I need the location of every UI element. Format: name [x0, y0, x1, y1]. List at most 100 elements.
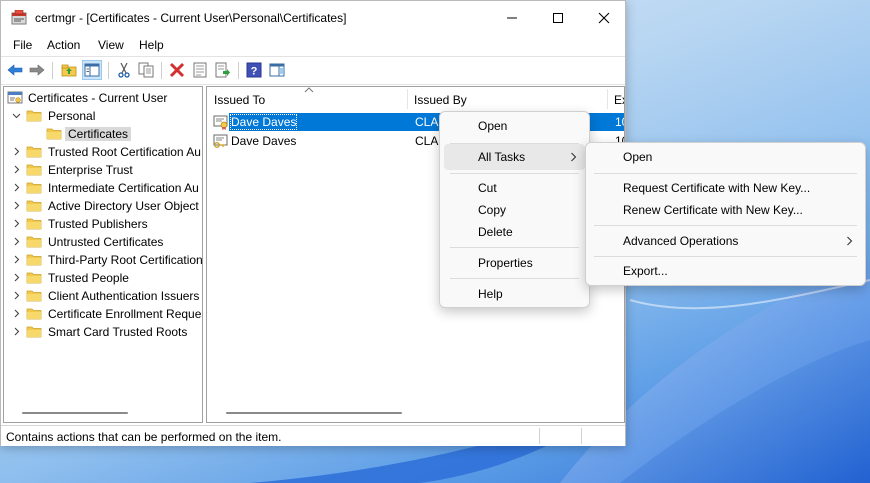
- folder-icon: [26, 254, 42, 266]
- tree-item-label: Certificates: [65, 127, 132, 141]
- tree-item-third-party-root[interactable]: Third-Party Root Certification: [4, 251, 202, 269]
- submenu-item-open[interactable]: Open: [590, 144, 861, 170]
- svg-text:?: ?: [251, 66, 258, 78]
- properties-icon: [193, 62, 207, 78]
- folder-icon: [26, 182, 42, 194]
- forward-button[interactable]: [27, 60, 47, 80]
- tree-item-personal[interactable]: Personal: [4, 107, 202, 125]
- tree-item-enterprise-trust[interactable]: Enterprise Trust: [4, 161, 202, 179]
- export-list-icon: [215, 62, 230, 78]
- title-bar[interactable]: certmgr - [Certificates - Current User\P…: [1, 1, 625, 35]
- menu-file[interactable]: File: [13, 38, 32, 52]
- chevron-right-icon[interactable]: [12, 147, 21, 156]
- back-arrow-icon: [7, 64, 23, 76]
- menu-separator: [450, 247, 579, 248]
- minimize-icon: [507, 17, 517, 19]
- chevron-right-icon[interactable]: [12, 291, 21, 300]
- folder-icon: [26, 290, 42, 302]
- action-pane-icon: [269, 63, 285, 77]
- tree-item-untrusted[interactable]: Untrusted Certificates: [4, 233, 202, 251]
- tree-item-label: Smart Card Trusted Roots: [48, 325, 188, 339]
- status-divider: [539, 428, 540, 444]
- certificate-store-icon: [7, 91, 23, 104]
- menu-item-help[interactable]: Help: [444, 281, 585, 307]
- column-header-expiration[interactable]: Ex: [607, 87, 624, 111]
- back-button[interactable]: [5, 60, 25, 80]
- menu-view[interactable]: View: [98, 38, 124, 52]
- certificate-with-key-icon: [213, 134, 228, 148]
- certificate-icon: [213, 115, 228, 130]
- tree-item-enrollment-requests[interactable]: Certificate Enrollment Reques: [4, 305, 202, 323]
- delete-button[interactable]: [167, 60, 187, 80]
- chevron-right-icon[interactable]: [12, 165, 21, 174]
- show-hide-console-tree-button[interactable]: [82, 60, 102, 80]
- tree-item-label: Trusted Publishers: [48, 217, 148, 231]
- tree-item-smart-card-roots[interactable]: Smart Card Trusted Roots: [4, 323, 202, 341]
- properties-button[interactable]: [190, 60, 210, 80]
- close-button[interactable]: [581, 1, 627, 35]
- copy-icon: [138, 62, 154, 78]
- up-one-level-button[interactable]: [59, 60, 79, 80]
- menu-bar: File Action View Help: [1, 35, 625, 55]
- tree-horizontal-scrollbar[interactable]: [22, 412, 128, 414]
- submenu-item-export[interactable]: Export...: [590, 258, 861, 284]
- submenu-item-advanced-operations[interactable]: Advanced Operations: [590, 228, 861, 254]
- minimize-button[interactable]: [489, 1, 535, 35]
- column-header-issued-to[interactable]: Issued To: [207, 87, 407, 111]
- chevron-right-icon[interactable]: [12, 183, 21, 192]
- cell-issued-to: Dave Daves: [229, 114, 298, 130]
- menu-item-delete[interactable]: Delete: [444, 219, 585, 245]
- chevron-right-icon[interactable]: [12, 309, 21, 318]
- menu-help[interactable]: Help: [139, 38, 164, 52]
- submenu-item-renew-new-key[interactable]: Renew Certificate with New Key...: [590, 197, 861, 223]
- help-button[interactable]: ?: [244, 60, 264, 80]
- tree-item-trusted-publishers[interactable]: Trusted Publishers: [4, 215, 202, 233]
- sort-ascending-icon: [304, 87, 314, 93]
- chevron-right-icon[interactable]: [12, 201, 21, 210]
- status-bar: Contains actions that can be performed o…: [1, 425, 625, 446]
- menu-item-properties[interactable]: Properties: [444, 250, 585, 276]
- chevron-right-icon[interactable]: [12, 273, 21, 282]
- tree-item-certificates[interactable]: Certificates: [4, 125, 202, 143]
- tree-item-label: Personal: [48, 109, 96, 123]
- chevron-right-icon[interactable]: [12, 327, 21, 336]
- export-list-button[interactable]: [213, 60, 233, 80]
- menu-item-label: Open: [478, 119, 508, 133]
- chevron-right-icon[interactable]: [12, 237, 21, 246]
- menu-separator: [450, 173, 579, 174]
- menu-item-label: Renew Certificate with New Key...: [623, 203, 803, 217]
- menu-item-label: Cut: [478, 181, 497, 195]
- tree-item-root[interactable]: Certificates - Current User: [4, 89, 202, 107]
- copy-button[interactable]: [136, 60, 156, 80]
- tree-item-label: Untrusted Certificates: [48, 235, 164, 249]
- chevron-down-icon[interactable]: [12, 111, 21, 120]
- tree-item-client-auth[interactable]: Client Authentication Issuers: [4, 287, 202, 305]
- chevron-right-icon[interactable]: [12, 255, 21, 264]
- tree-item-intermediate[interactable]: Intermediate Certification Au: [4, 179, 202, 197]
- menu-item-label: Advanced Operations: [623, 234, 739, 248]
- tree-item-active-directory[interactable]: Active Directory User Object: [4, 197, 202, 215]
- menu-separator: [594, 173, 857, 174]
- folder-icon: [26, 200, 42, 212]
- toolbar-separator: [52, 62, 53, 79]
- tree-item-label: Certificate Enrollment Reques: [48, 307, 203, 321]
- maximize-button[interactable]: [535, 1, 581, 35]
- list-horizontal-scrollbar[interactable]: [226, 412, 402, 414]
- menu-action[interactable]: Action: [47, 38, 80, 52]
- toolbar-separator: [108, 62, 109, 79]
- chevron-right-icon[interactable]: [12, 219, 21, 228]
- chevron-right-icon: [847, 236, 853, 246]
- column-header-label: Issued To: [214, 93, 266, 107]
- menu-item-open[interactable]: Open: [444, 113, 585, 139]
- close-icon: [598, 12, 610, 24]
- action-pane-button[interactable]: [267, 60, 287, 80]
- cut-button[interactable]: [114, 60, 134, 80]
- tree-item-trusted-root[interactable]: Trusted Root Certification Au: [4, 143, 202, 161]
- tree-item-trusted-people[interactable]: Trusted People: [4, 269, 202, 287]
- menu-item-all-tasks[interactable]: All Tasks: [444, 144, 585, 170]
- column-header-issued-by[interactable]: Issued By: [407, 87, 607, 111]
- all-tasks-submenu: Open Request Certificate with New Key...…: [585, 142, 866, 286]
- tree-item-label: Certificates - Current User: [28, 91, 168, 105]
- folder-icon: [26, 164, 42, 176]
- console-tree-icon: [84, 63, 100, 77]
